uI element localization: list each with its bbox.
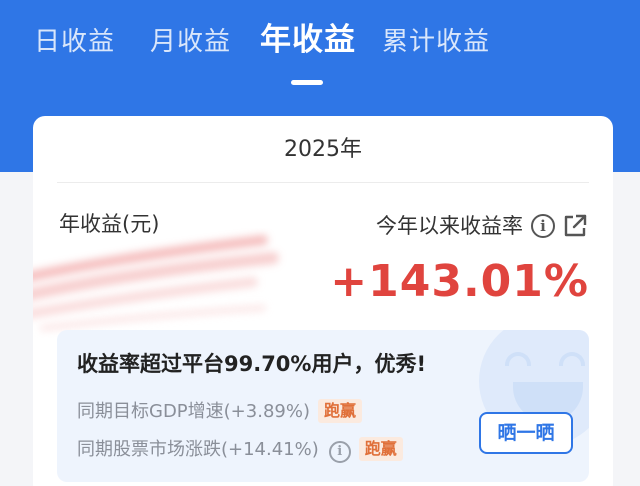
info-circle-icon[interactable]: i xyxy=(328,441,351,463)
year-selector[interactable]: 2025年 xyxy=(33,134,613,166)
stock-market-comparison-label: 同期股票市场涨跌(+14.41%) xyxy=(77,439,319,460)
tab-cumulative-income[interactable]: 累计收益 xyxy=(382,22,490,62)
active-tab-indicator xyxy=(291,80,323,85)
external-share-icon[interactable] xyxy=(561,212,589,240)
gdp-comparison-label: 同期目标GDP增速(+3.89%) xyxy=(77,401,310,422)
tab-daily-income[interactable]: 日收益 xyxy=(34,22,115,62)
smiley-eye xyxy=(505,352,531,366)
card-divider xyxy=(57,182,589,183)
stock-market-comparison-row: 同期股票市场涨跌(+14.41%) i 跑赢 xyxy=(77,436,403,464)
tab-yearly-income[interactable]: 年收益 xyxy=(260,20,356,60)
yearly-income-card: 2025年 年收益(元) 今年以来收益率 i +143.01% 收益率超过平台9… xyxy=(33,116,613,486)
share-result-button[interactable]: 晒一晒 xyxy=(479,412,573,454)
smiley-eye xyxy=(559,352,585,366)
ytd-return-label: 今年以来收益率 xyxy=(376,214,523,238)
ytd-return-value: +143.01% xyxy=(330,256,589,307)
outperform-badge: 跑赢 xyxy=(317,399,362,423)
tab-monthly-income[interactable]: 月收益 xyxy=(150,22,231,62)
info-circle-icon[interactable]: i xyxy=(531,214,555,238)
redacted-amount-smear xyxy=(33,235,279,331)
ranking-title: 收益率超过平台99.70%用户，优秀! xyxy=(77,352,427,376)
gdp-comparison-row: 同期目标GDP增速(+3.89%) 跑赢 xyxy=(77,398,362,426)
outperform-badge: 跑赢 xyxy=(358,437,403,461)
ranking-panel: 收益率超过平台99.70%用户，优秀! 同期目标GDP增速(+3.89%) 跑赢 … xyxy=(57,330,589,482)
period-tabs: 日收益 月收益 年收益 累计收益 xyxy=(0,0,640,100)
